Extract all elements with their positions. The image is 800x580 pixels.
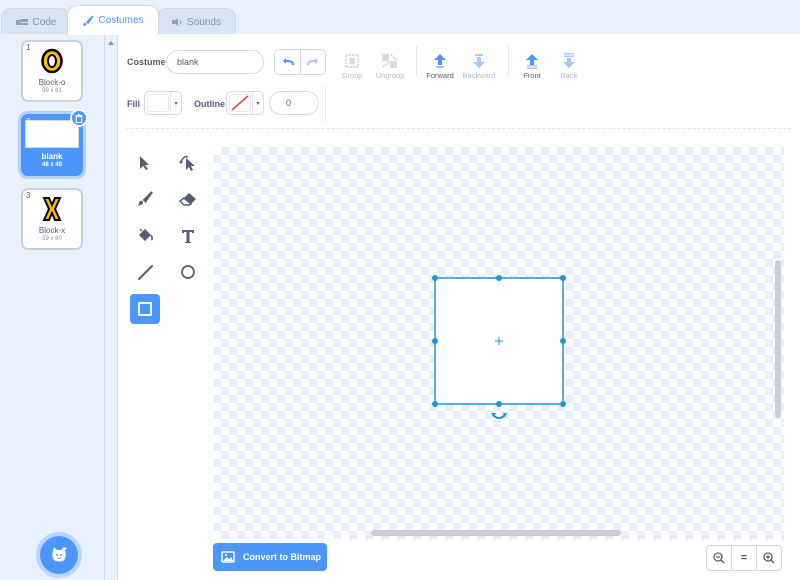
costume-size: 48 x 48 [41,162,63,168]
selected-rectangle-shape[interactable] [213,147,784,539]
fill-tool[interactable] [130,221,160,251]
scroll-up-arrow[interactable] [107,38,115,48]
rectangle-tool[interactable] [130,294,160,324]
paint-editor: Costume blank Group Ungroup Forward Back… [117,34,800,580]
outline-width-input[interactable]: 0 [269,91,319,115]
tab-sounds-label: Sounds [187,16,221,28]
costume-tile[interactable]: 1 Block-o 99 x 81 [21,40,83,102]
costume-name: Block-x [38,226,66,235]
ungroup-icon [382,54,398,68]
choose-costume-button[interactable] [40,536,78,574]
brush-icon [138,191,153,206]
undo-redo-group [274,49,326,75]
redo-button[interactable] [300,50,325,74]
front-icon [526,54,538,69]
backward-label: Backward [462,71,496,80]
rectangle-icon [138,302,152,316]
line-tool[interactable] [130,257,160,287]
costume-number: 1 [26,43,31,52]
costume-thumbnail [41,48,63,74]
costume-list: 1 Block-o 99 x 81 2 blank 48 x 48 3 Bloc… [0,34,105,580]
outline-swatch [229,94,251,112]
code-icon [15,19,28,25]
zoom-out-icon [713,552,725,564]
divider [416,46,417,76]
horizontal-scrollbar[interactable] [371,530,621,536]
tab-costumes[interactable]: Costumes [67,5,159,35]
divider [325,86,326,122]
outline-label: Outline [194,99,225,109]
forward-icon [434,54,446,68]
toolbar-divider [126,128,791,129]
costume-size: 59 x 80 [42,236,62,242]
arrow-cursor-icon [140,156,149,170]
fill-swatch [147,94,169,112]
tab-costumes-label: Costumes [98,15,144,26]
costume-tile-selected[interactable]: 2 blank 48 x 48 [21,109,88,176]
redo-icon [307,58,318,66]
costume-thumbnail [42,197,62,221]
reshape-icon [179,155,195,171]
paint-bucket-icon [139,228,154,241]
image-icon [221,551,235,563]
trash-icon [75,113,83,123]
zoom-in-icon [763,552,775,564]
costume-thumbnail [25,120,79,148]
text-tool[interactable] [173,221,203,251]
chevron-down-icon: ▾ [252,92,263,114]
costume-number: 3 [26,191,31,200]
back-icon [563,53,575,68]
undo-button[interactable] [275,50,300,74]
eraser-icon [179,193,196,206]
zoom-reset-button[interactable]: = [731,545,757,571]
ungroup-label: Ungroup [375,71,405,80]
costume-number: 2 [26,117,31,126]
costume-name-input[interactable]: blank [166,50,264,74]
tab-code[interactable]: Code [1,8,70,35]
drawing-canvas[interactable] [213,147,784,539]
chevron-down-icon: ▾ [170,92,181,114]
select-tool[interactable] [130,148,160,178]
back-button[interactable]: Back [547,47,591,80]
convert-to-bitmap-button[interactable]: Convert to Bitmap [213,543,327,571]
tab-bar: Code Costumes Sounds [0,0,800,35]
forward-button[interactable]: Forward [418,47,462,80]
backward-button[interactable]: Backward [457,47,501,80]
text-icon [182,230,194,243]
ungroup-button[interactable]: Ungroup [368,47,412,80]
tab-code-label: Code [32,16,57,28]
costume-name: blank [41,152,63,161]
no-color-icon [231,95,249,111]
costume-label: Costume [127,57,166,67]
delete-costume-button[interactable] [70,109,88,127]
zoom-out-button[interactable] [706,545,732,571]
divider [508,46,509,76]
backward-icon [473,54,485,68]
tab-sounds[interactable]: Sounds [156,8,236,35]
zoom-in-button[interactable] [756,545,782,571]
costume-size: 99 x 81 [42,88,62,94]
outline-color-picker[interactable]: ▾ [226,91,264,115]
speaker-icon [172,18,182,26]
circle-icon [181,265,195,279]
circle-tool[interactable] [173,257,203,287]
vertical-scrollbar[interactable] [775,260,781,418]
brush-tool[interactable] [130,184,160,214]
fill-color-picker[interactable]: ▾ [144,91,182,115]
eraser-tool[interactable] [173,184,203,214]
costume-tile[interactable]: 3 Block-x 59 x 80 [21,188,83,250]
reshape-tool[interactable] [173,148,203,178]
brush-icon [83,14,95,26]
forward-label: Forward [426,71,454,80]
costume-name: Block-o [38,78,66,87]
back-label: Back [560,71,578,80]
cat-icon [52,547,67,562]
fill-label: Fill [127,99,140,109]
convert-to-bitmap-label: Convert to Bitmap [243,552,322,562]
undo-icon [282,58,294,66]
group-icon [345,54,359,68]
line-icon [138,265,153,280]
